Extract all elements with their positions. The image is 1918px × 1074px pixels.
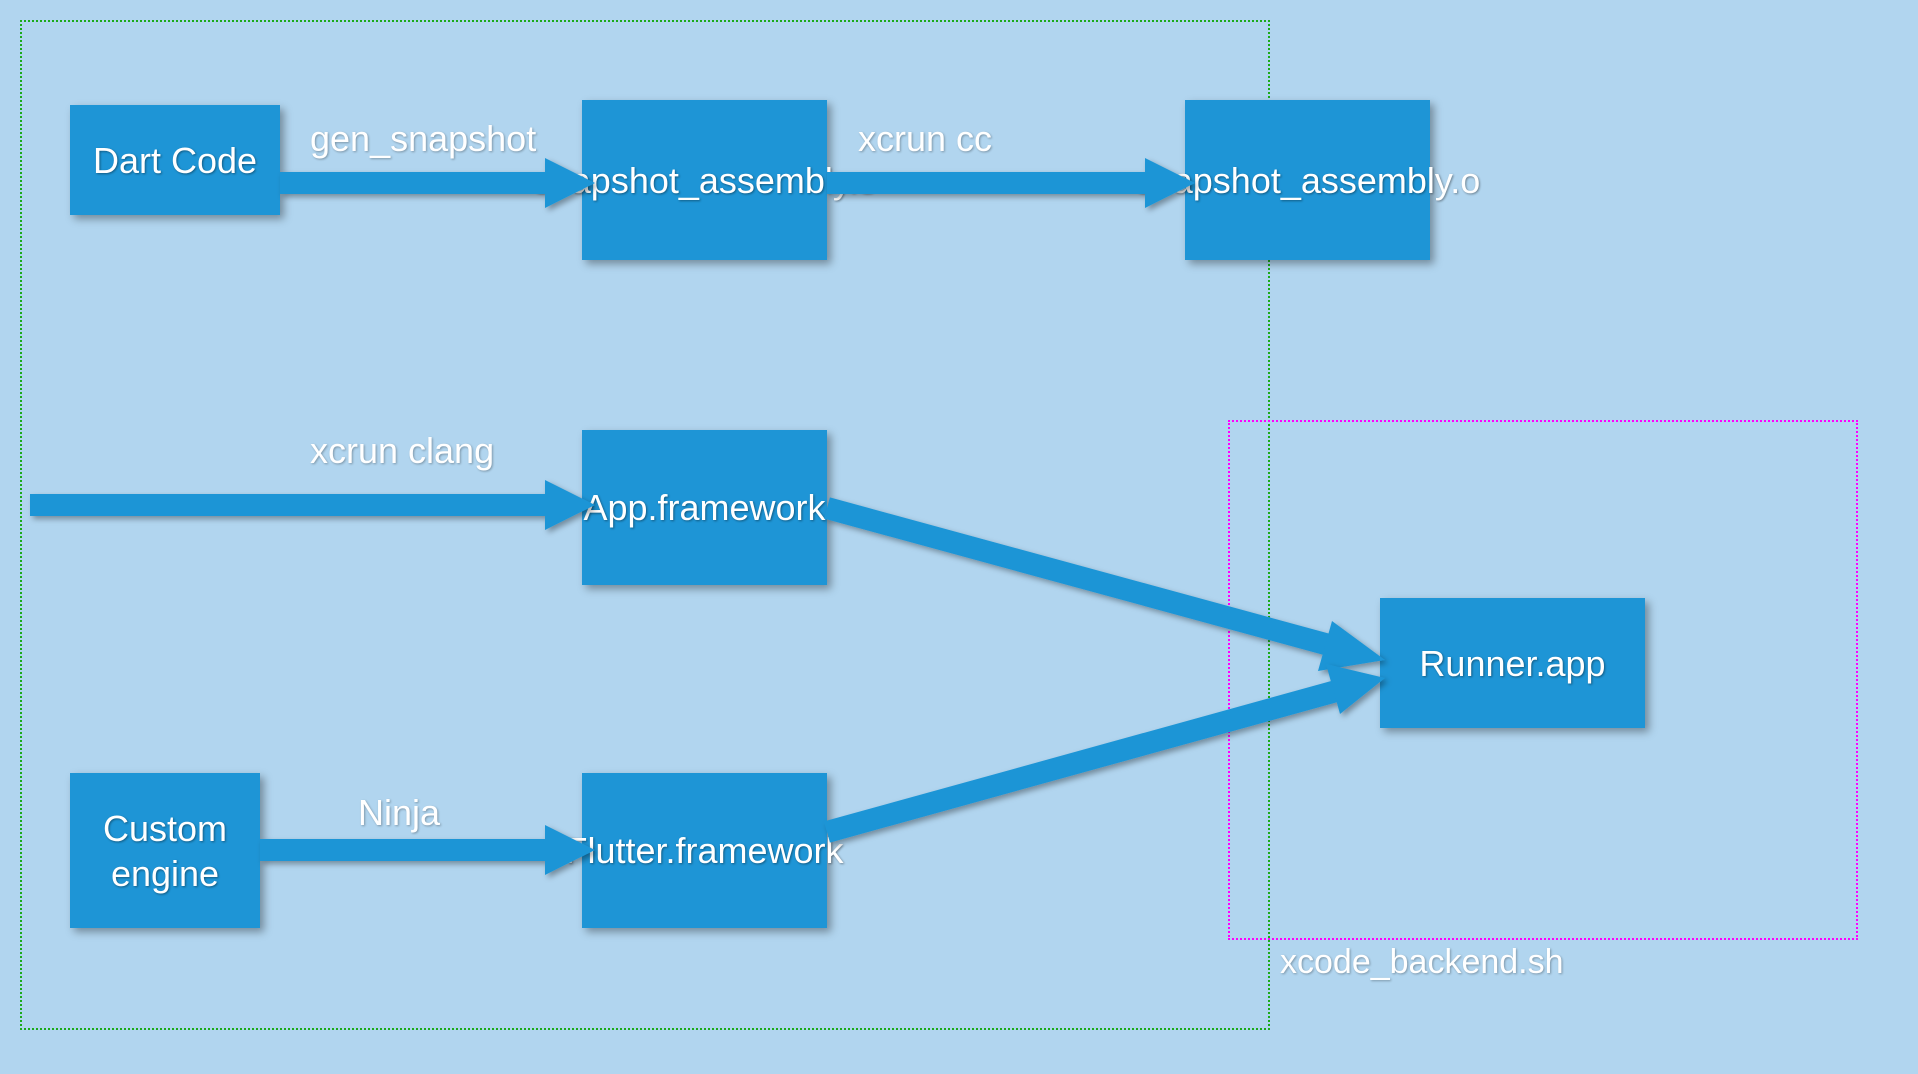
node-custom-engine: Custom engine <box>70 773 260 928</box>
node-snapshot-assembly-s: snapshot_assembly.s <box>582 100 827 260</box>
group-magenta-label: xcode_backend.sh <box>1280 943 1564 982</box>
node-app-framework: App.framework <box>582 430 827 585</box>
node-runner-app: Runner.app <box>1380 598 1645 728</box>
edge-label-xcrun-clang: xcrun clang <box>310 430 494 472</box>
diagram-canvas: xcode_backend.sh Dart Code snapshot_asse… <box>0 0 1918 1074</box>
node-dart-code: Dart Code <box>70 105 280 215</box>
edge-label-gen-snapshot: gen_snapshot <box>310 118 536 160</box>
edge-label-xcrun-cc: xcrun cc <box>858 118 992 160</box>
node-snapshot-assembly-o: snapshot_assembly.o <box>1185 100 1430 260</box>
edge-label-ninja: Ninja <box>358 792 440 834</box>
node-flutter-framework: Flutter.framework <box>582 773 827 928</box>
